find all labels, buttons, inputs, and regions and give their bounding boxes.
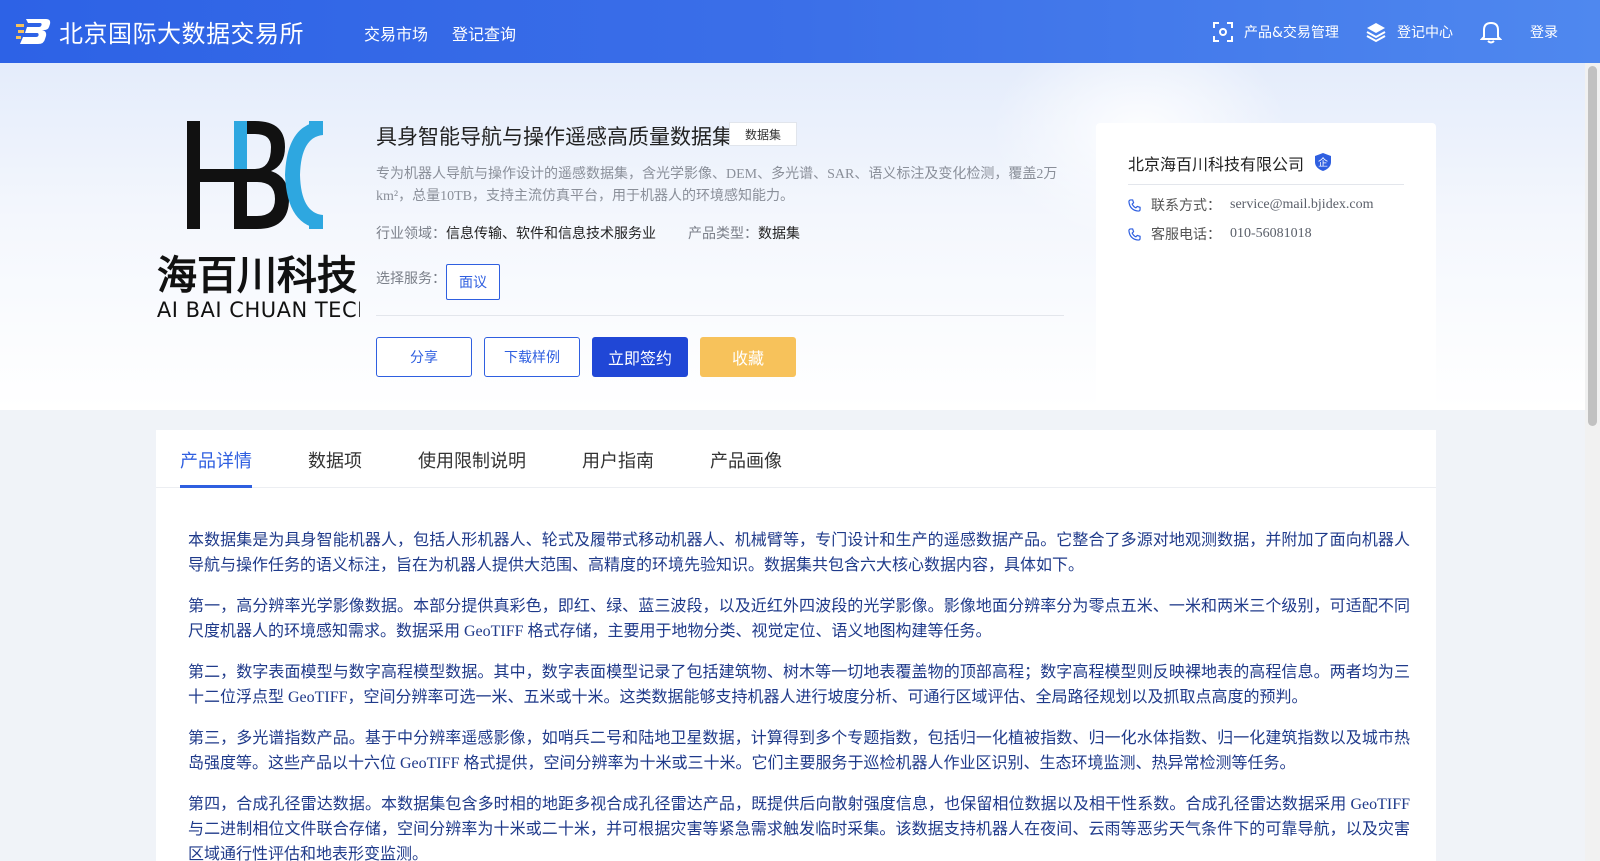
sign-now-button[interactable]: 立即签约 — [592, 337, 688, 377]
layers-icon — [1366, 22, 1386, 42]
product-detail-article: 本数据集是为具身智能机器人，包括人形机器人、轮式及履带式移动机器人、机械臂等，专… — [188, 528, 1410, 861]
article-paragraph: 第一，高分辨率光学影像数据。本部分提供真彩色，即红、绿、蓝三波段，以及近红外四波… — [188, 598, 1410, 640]
contact-row: 联系方式： service@mail.bjidex.com — [1128, 195, 1374, 215]
tab-user-guide[interactable]: 用户指南 — [582, 447, 654, 473]
tab-usage-restrictions[interactable]: 使用限制说明 — [418, 447, 526, 473]
contact-label: 联系方式： — [1151, 198, 1221, 214]
enterprise-badge-text: 企 — [1318, 156, 1328, 169]
product-type-tag: 数据集 — [729, 122, 797, 146]
article-paragraph: 第二，数字表面模型与数字高程模型数据。其中，数字表面模型记录了包括建筑物、树木等… — [188, 664, 1410, 706]
logo-chinese-text: 海百川科技 — [157, 253, 357, 299]
register-center-link[interactable]: 登记中心 — [1365, 0, 1453, 63]
login-link[interactable]: 登录 — [1530, 0, 1558, 63]
bell-icon[interactable] — [1480, 20, 1502, 44]
scrollbar-thumb[interactable] — [1588, 66, 1597, 426]
product-type-label: 产品类型： — [688, 226, 758, 242]
scan-frame-icon — [1213, 21, 1233, 42]
product-trade-management-link[interactable]: 产品&交易管理 — [1212, 0, 1339, 63]
phone-icon — [1128, 227, 1141, 241]
active-tab-indicator — [180, 485, 252, 488]
bjidex-logo-icon[interactable] — [16, 15, 52, 47]
industry-label: 行业领域： — [376, 226, 446, 242]
nav-registration-query[interactable]: 登记查询 — [452, 21, 516, 45]
register-center-label: 登记中心 — [1397, 24, 1453, 41]
product-type-value: 数据集 — [758, 226, 800, 242]
favorite-button[interactable]: 收藏 — [700, 337, 796, 377]
article-paragraph: 第三，多光谱指数产品。基于中分辨率遥感影像，如哨兵二号和陆地卫星数据，计算得到多… — [188, 730, 1410, 772]
phone-row: 客服电话： 010-56081018 — [1128, 224, 1312, 244]
share-button[interactable]: 分享 — [376, 337, 472, 377]
site-name[interactable]: 北京国际大数据交易所 — [59, 14, 304, 49]
download-sample-button[interactable]: 下载样例 — [484, 337, 580, 377]
hero-divider — [376, 315, 1064, 316]
industry-value: 信息传输、软件和信息技术服务业 — [446, 226, 656, 242]
phone-value: 010-56081018 — [1230, 226, 1312, 241]
product-content-card: 产品详情 数据项 使用限制说明 用户指南 产品画像 本数据集是为具身智能机器人，… — [156, 430, 1436, 861]
tab-product-profile[interactable]: 产品画像 — [710, 447, 782, 473]
product-title: 具身智能导航与操作遥感高质量数据集 — [376, 125, 733, 149]
phone-label: 客服电话： — [1151, 227, 1221, 243]
tab-data-items[interactable]: 数据项 — [308, 447, 362, 473]
article-paragraph: 第四，合成孔径雷达数据。本数据集包含多时相的地距多视合成孔径雷达产品，既提供后向… — [188, 796, 1410, 861]
tabs-bar: 产品详情 数据项 使用限制说明 用户指南 产品画像 — [156, 430, 1436, 488]
enterprise-verified-icon: 企 — [1315, 153, 1331, 171]
seller-name[interactable]: 北京海百川科技有限公司 — [1128, 151, 1304, 175]
seller-card: 北京海百川科技有限公司 企 联系方式： service@mail.bjidex.… — [1096, 123, 1436, 410]
product-description: 专为机器人导航与操作设计的遥感数据集，含光学影像、DEM、多光谱、SAR、语义标… — [376, 167, 1058, 204]
product-hero: 海百川科技 HAI BAI CHUAN TECH 具身智能导航与操作遥感高质量数… — [0, 63, 1585, 410]
product-trade-management-label: 产品&交易管理 — [1244, 24, 1339, 41]
phone-icon — [1128, 198, 1141, 212]
service-label: 选择服务： — [376, 271, 446, 287]
contact-value: service@mail.bjidex.com — [1230, 197, 1374, 212]
article-paragraph: 本数据集是为具身智能机器人，包括人形机器人、轮式及履带式移动机器人、机械臂等，专… — [188, 532, 1410, 574]
service-option-negotiable[interactable]: 面议 — [446, 264, 500, 300]
tab-product-details[interactable]: 产品详情 — [180, 447, 252, 473]
industry-field: 行业领域：信息传输、软件和信息技术服务业 — [376, 223, 656, 243]
seller-divider — [1128, 184, 1404, 185]
top-header: 北京国际大数据交易所 交易市场 登记查询 产品&交易管理 登记中心 登录 — [0, 0, 1600, 63]
company-logo: 海百川科技 HAI BAI CHUAN TECH — [155, 121, 360, 321]
product-type-field: 产品类型：数据集 — [688, 223, 800, 243]
nav-trading-market[interactable]: 交易市场 — [364, 21, 428, 45]
logo-english-text: HAI BAI CHUAN TECH — [155, 298, 360, 321]
